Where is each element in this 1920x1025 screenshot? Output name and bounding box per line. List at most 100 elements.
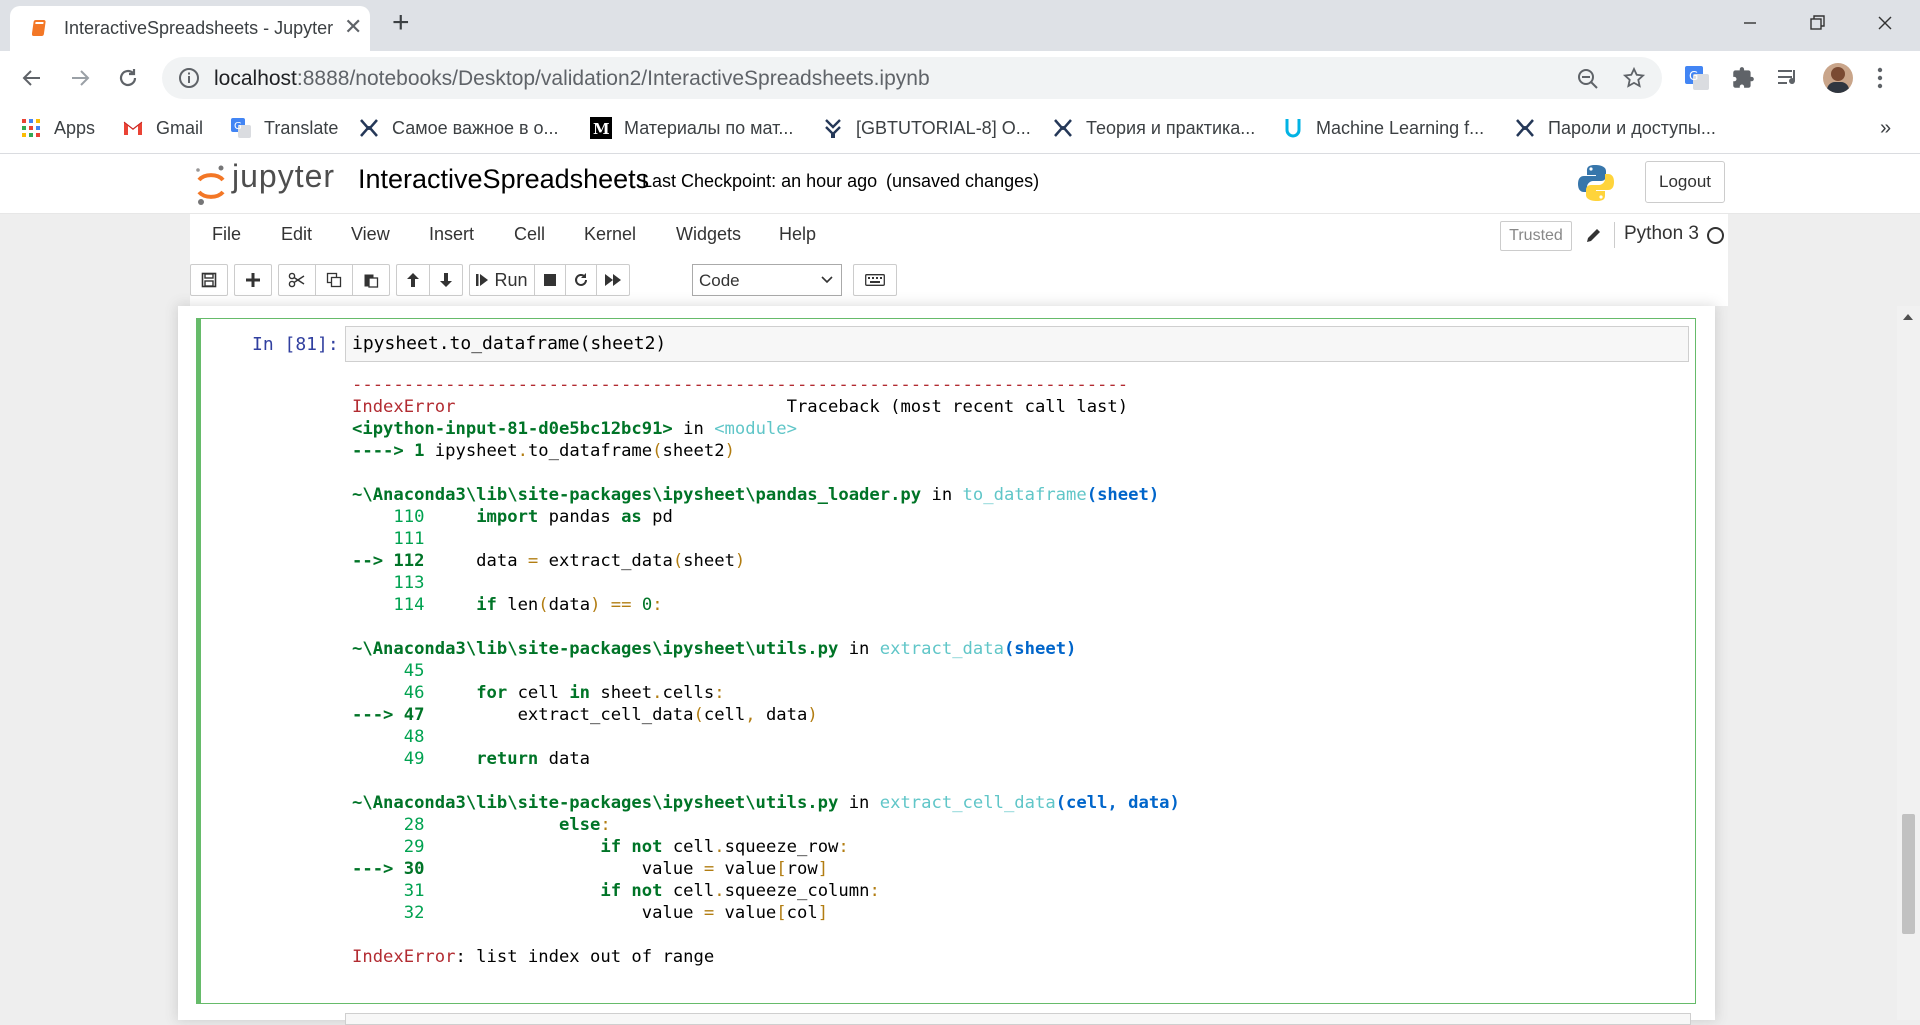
bookmark-star-icon[interactable] xyxy=(1622,66,1646,90)
browser-tab[interactable]: InteractiveSpreadsheets - Jupyter Notebo… xyxy=(10,6,370,51)
profile-avatar[interactable] xyxy=(1823,63,1853,93)
move-up-button[interactable] xyxy=(396,264,430,296)
bookmark-site-icon xyxy=(360,119,378,137)
menu-file[interactable]: File xyxy=(212,224,241,245)
apps-grid-icon xyxy=(22,119,40,137)
google-translate-extension-icon[interactable]: G xyxy=(1683,64,1711,92)
bookmark-label: Материалы по мат... xyxy=(624,117,794,138)
close-window-icon[interactable] xyxy=(1865,8,1905,38)
fast-forward-icon xyxy=(605,274,621,286)
address-bar[interactable]: localhost:8888/notebooks/Desktop/validat… xyxy=(162,57,1662,99)
bookmark-site-icon xyxy=(1516,119,1534,137)
cell-type-select[interactable]: Code xyxy=(692,264,842,296)
reload-icon[interactable] xyxy=(116,66,140,90)
menu-edit[interactable]: Edit xyxy=(281,224,312,245)
scrollbar-thumb[interactable] xyxy=(1902,814,1915,934)
new-tab-icon[interactable]: + xyxy=(392,8,410,38)
google-translate-icon: G xyxy=(231,118,251,138)
trusted-indicator[interactable]: Trusted xyxy=(1500,221,1572,251)
bookmark-label: Machine Learning f... xyxy=(1316,117,1485,138)
bookmark-label: Gmail xyxy=(156,117,204,138)
bookmark-site-1[interactable]: Самое важное в о... xyxy=(358,117,559,139)
bookmark-site-5[interactable]: Machine Learning f... xyxy=(1282,117,1484,139)
restore-icon[interactable] xyxy=(1797,8,1837,38)
browser-toolbar: localhost:8888/notebooks/Desktop/validat… xyxy=(0,51,1920,105)
media-queue-icon[interactable] xyxy=(1776,66,1802,90)
copy-button[interactable] xyxy=(315,264,353,296)
jupyter-logo-text[interactable]: jupyter xyxy=(232,158,335,195)
jupyter-notebook-favicon-icon xyxy=(32,20,46,36)
bookmarks-bar: Apps Gmail G Translate Самое важное в о.… xyxy=(0,105,1920,154)
restart-button[interactable] xyxy=(565,264,597,296)
notebook-toolbar: Run Code xyxy=(190,256,1728,306)
restart-run-all-button[interactable] xyxy=(596,264,630,296)
gmail-icon xyxy=(123,121,143,135)
site-info-icon[interactable] xyxy=(178,67,200,89)
bookmark-apps[interactable]: Apps xyxy=(20,117,95,139)
forward-arrow-icon[interactable] xyxy=(68,66,92,90)
bookmark-site-2[interactable]: M Материалы по мат... xyxy=(590,117,793,139)
bookmark-label: [GBTUTORIAL-8] О... xyxy=(856,117,1031,138)
jupyter-logo-icon[interactable] xyxy=(195,162,227,206)
traceback-separator: ----------------------------------------… xyxy=(352,375,1129,395)
extensions-puzzle-icon[interactable] xyxy=(1730,65,1756,91)
menu-help[interactable]: Help xyxy=(779,224,816,245)
paste-button[interactable] xyxy=(352,264,390,296)
edit-pencil-icon[interactable] xyxy=(1585,226,1603,244)
zoom-icon[interactable] xyxy=(1576,67,1600,91)
close-tab-icon[interactable]: ✕ xyxy=(344,16,362,38)
autosave-status: (unsaved changes) xyxy=(886,171,1040,191)
notebook-name[interactable]: InteractiveSpreadsheets xyxy=(358,164,649,195)
bookmark-label: Теория и практика... xyxy=(1086,117,1256,138)
move-down-button[interactable] xyxy=(429,264,463,296)
kernel-name[interactable]: Python 3 xyxy=(1624,223,1699,245)
minimize-icon[interactable] xyxy=(1730,8,1770,38)
bookmark-gmail[interactable]: Gmail xyxy=(122,117,203,139)
run-button[interactable]: Run xyxy=(469,264,535,296)
menu-kernel[interactable]: Kernel xyxy=(584,224,636,245)
next-code-cell[interactable] xyxy=(345,1013,1691,1025)
bookmark-site-4[interactable]: Теория и практика... xyxy=(1052,117,1255,139)
chevron-down-icon xyxy=(821,276,833,284)
menu-insert[interactable]: Insert xyxy=(429,224,474,245)
url-path: :8888/notebooks/Desktop/validation2/Inte… xyxy=(296,67,930,90)
last-checkpoint: Last Checkpoint: an hour ago xyxy=(642,171,878,191)
svg-text:G: G xyxy=(1689,69,1698,83)
bookmark-site-6[interactable]: Пароли и доступы... xyxy=(1514,117,1716,139)
bookmark-site-icon xyxy=(1054,119,1072,137)
cut-button[interactable] xyxy=(278,264,316,296)
command-palette-button[interactable] xyxy=(853,264,897,296)
url-text: localhost:8888/notebooks/Desktop/validat… xyxy=(214,67,930,91)
save-button[interactable] xyxy=(190,264,228,296)
menu-view[interactable]: View xyxy=(351,224,390,245)
bookmark-label: Translate xyxy=(264,117,339,138)
browser-menu-icon[interactable] xyxy=(1875,66,1885,90)
interrupt-button[interactable] xyxy=(534,264,566,296)
paste-icon xyxy=(364,274,379,288)
save-icon xyxy=(201,272,217,288)
logout-button[interactable]: Logout xyxy=(1645,161,1725,203)
menu-cell[interactable]: Cell xyxy=(514,224,545,245)
back-arrow-icon[interactable] xyxy=(20,66,44,90)
svg-text:G: G xyxy=(234,121,242,132)
code-input-area[interactable]: ipysheet.to_dataframe(sheet2) xyxy=(345,326,1689,362)
error-type: IndexError xyxy=(352,397,456,417)
notebook-menubar: File Edit View Insert Cell Kernel Widget… xyxy=(190,214,1728,257)
udacity-icon xyxy=(1285,119,1301,138)
arrow-up-icon xyxy=(407,273,419,287)
plus-icon xyxy=(246,273,260,287)
menu-widgets[interactable]: Widgets xyxy=(676,224,741,245)
input-prompt: In [81]: xyxy=(252,334,339,355)
keyboard-icon xyxy=(865,274,885,286)
bookmark-translate[interactable]: G Translate xyxy=(230,117,338,139)
scroll-up-arrow-icon[interactable] xyxy=(1903,314,1913,320)
bookmark-site-3[interactable]: [GBTUTORIAL-8] О... xyxy=(822,117,1031,139)
traceback-output: ----------------------------------------… xyxy=(352,375,1180,967)
kernel-idle-indicator-icon xyxy=(1707,227,1724,244)
bookmark-label: Apps xyxy=(54,117,96,138)
page-scrollbar[interactable] xyxy=(1897,306,1920,1020)
scissors-icon xyxy=(288,272,305,288)
copy-icon xyxy=(326,272,342,288)
insert-cell-button[interactable] xyxy=(234,264,272,296)
bookmarks-overflow-button[interactable]: » xyxy=(1880,117,1891,140)
